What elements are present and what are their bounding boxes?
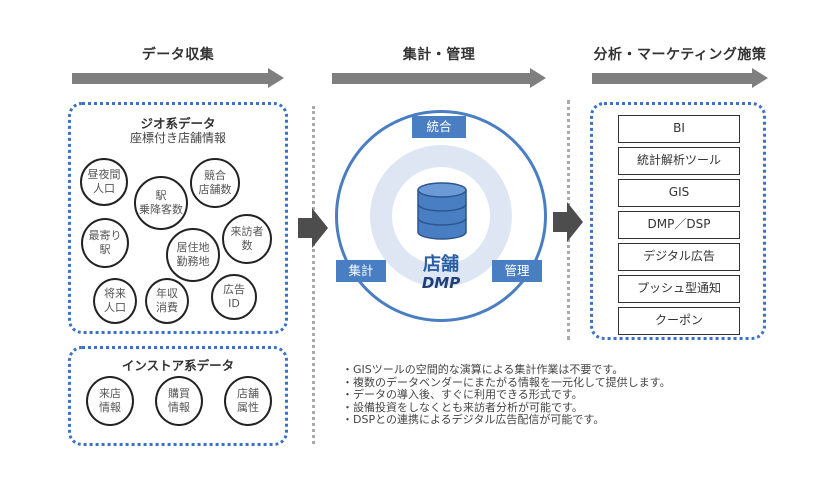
note-item: ・GISツールの空間的な演算による集計作業は不要です。 [342, 363, 624, 376]
tool-coupon: クーポン [618, 307, 740, 335]
bubble-purchase-info: 購買 情報 [155, 376, 203, 426]
bubble-store-attributes: 店舗 属性 [224, 376, 272, 426]
instore-data-title: インストア系データ [121, 358, 235, 373]
tool-digital-ads: デジタル広告 [618, 243, 740, 271]
bubble-nearest-station: 最寄り 駅 [81, 218, 129, 268]
block-arrow-right [553, 202, 583, 242]
tag-aggregation: 集計 [336, 260, 386, 282]
bubble-station-passengers: 駅 乗降客数 [134, 176, 188, 230]
note-item: ・データの導入後、すぐに利用できる形式です。 [342, 388, 583, 401]
bubble-residence-workplace: 居住地 勤務地 [166, 228, 220, 282]
bubble-future-population: 将来 人口 [93, 278, 137, 324]
geo-data-subtitle: 座標付き店舗情報 [129, 131, 226, 145]
dmp-title: 店舗 [423, 254, 459, 275]
tool-bi: BI [618, 115, 740, 143]
tool-gis: GIS [618, 179, 740, 207]
flow-arrow-data-collection [72, 68, 284, 88]
section-title-data-collection: データ収集 [141, 47, 215, 63]
tool-statistics: 統計解析ツール [618, 147, 740, 175]
tag-management: 管理 [492, 260, 542, 282]
tool-dmp-dsp: DMP／DSP [618, 211, 740, 239]
section-title-aggregation: 集計・管理 [402, 47, 476, 63]
section-title-analysis: 分析・マーケティング施策 [593, 47, 767, 63]
dmp-subtitle: DMP [421, 274, 461, 292]
bubble-competitor-stores: 競合 店舗数 [190, 158, 240, 208]
feature-notes: ・GISツールの空間的な演算による集計作業は不要です。 ・複数のデータベンダーに… [342, 363, 671, 427]
bubble-day-night-population: 昼夜間 人口 [80, 158, 128, 206]
note-item: ・DSPとの連携によるデジタル広告配信が可能です。 [342, 413, 605, 426]
flow-arrow-aggregation [332, 68, 546, 88]
bubble-ad-id: 広告 ID [211, 274, 257, 320]
block-arrow-left [298, 208, 328, 248]
bubble-visit-info: 来店 情報 [86, 376, 134, 426]
bubble-visitor-count: 来訪者 数 [222, 214, 272, 264]
tag-integration: 統合 [412, 116, 466, 138]
database-icon [416, 182, 468, 240]
tool-push-notification: プッシュ型通知 [618, 275, 740, 303]
flow-arrow-analysis [592, 68, 768, 88]
bubble-income-consumption: 年収 消費 [145, 278, 189, 324]
separator-left [312, 106, 315, 444]
